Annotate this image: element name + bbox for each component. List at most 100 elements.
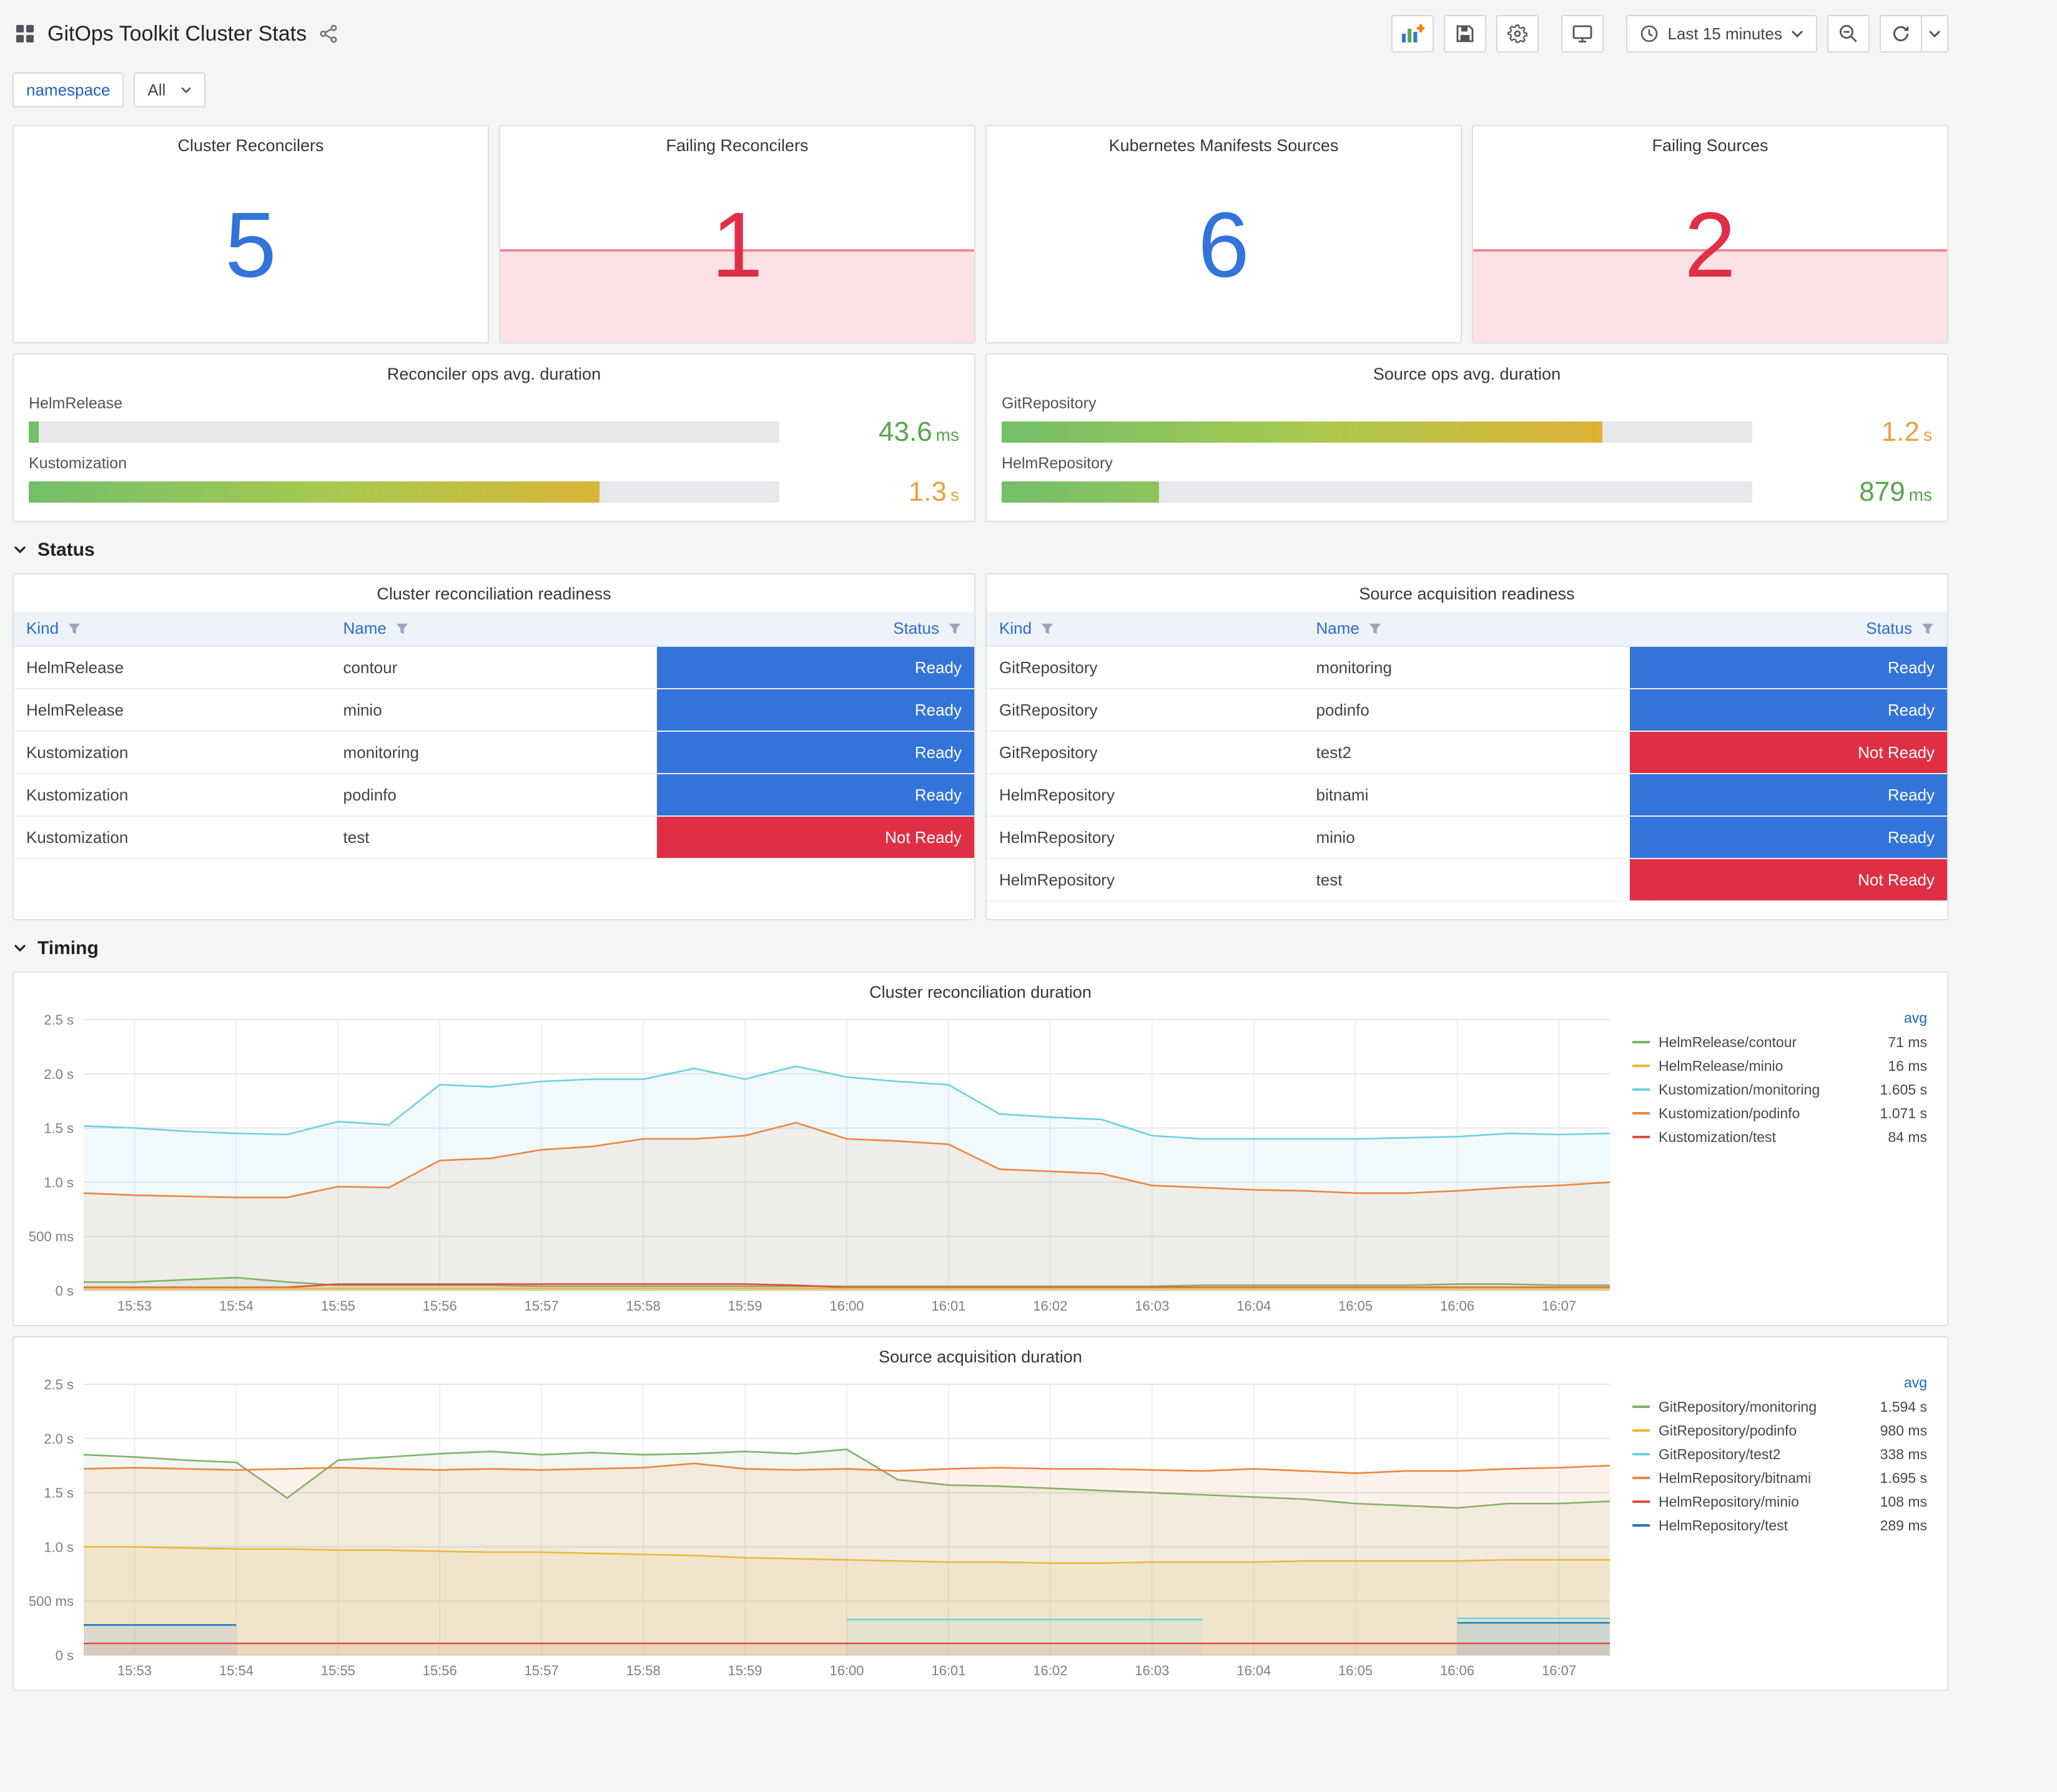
panel-title[interactable]: Source ops avg. duration (987, 355, 1947, 389)
filter-icon[interactable] (1368, 623, 1382, 635)
legend-item[interactable]: GitRepository/podinfo 980 ms (1632, 1419, 1927, 1442)
filter-icon[interactable] (1040, 623, 1054, 635)
panel-title[interactable]: Reconciler ops avg. duration (14, 355, 974, 389)
panel-title[interactable]: Source acquisition readiness (987, 574, 1947, 609)
panel-title[interactable]: Cluster Reconcilers (14, 126, 488, 160)
legend-item[interactable]: GitRepository/test2 338 ms (1632, 1442, 1927, 1466)
series-color-swatch (1632, 1065, 1650, 1067)
series-avg-value: 338 ms (1880, 1445, 1927, 1462)
svg-text:16:07: 16:07 (1542, 1663, 1576, 1678)
cell-status: Not Ready (1630, 731, 1947, 774)
cell-name: test2 (1303, 731, 1630, 774)
svg-text:15:59: 15:59 (728, 1663, 762, 1678)
time-picker-button[interactable]: Last 15 minutes (1626, 15, 1817, 52)
timeseries-canvas[interactable]: 0 s 500 ms 1.0 s 1.5 s 2.0 s 2.5 s 15:53 15:54 1… (19, 1007, 1627, 1321)
svg-text:16:00: 16:00 (829, 1298, 864, 1314)
cell-status: Ready (657, 646, 974, 689)
panel-title[interactable]: Failing Reconcilers (500, 126, 974, 160)
legend-item[interactable]: HelmRepository/minio 108 ms (1632, 1490, 1927, 1514)
legend-item[interactable]: Kustomization/monitoring 1.605 s (1632, 1078, 1927, 1101)
series-avg-value: 1.071 s (1880, 1105, 1927, 1121)
panel-title[interactable]: Kubernetes Manifests Sources (987, 126, 1461, 160)
series-color-swatch (1632, 1453, 1650, 1455)
dashboard-settings-button[interactable] (1496, 15, 1539, 52)
timeseries-plot[interactable]: 0 s 500 ms 1.0 s 1.5 s 2.0 s 2.5 s 15:53 15:54 1… (19, 1007, 1627, 1320)
cell-kind: HelmRelease (14, 646, 331, 689)
svg-text:2.5 s: 2.5 s (44, 1377, 74, 1392)
svg-text:16:04: 16:04 (1236, 1298, 1271, 1314)
svg-text:0 s: 0 s (56, 1283, 74, 1299)
filter-icon[interactable] (67, 623, 81, 635)
series-color-swatch (1632, 1429, 1650, 1432)
svg-text:16:07: 16:07 (1542, 1298, 1576, 1314)
stat-value: 1 (711, 193, 763, 297)
zoom-out-button[interactable] (1827, 15, 1870, 52)
chevron-down-icon (14, 944, 26, 952)
add-panel-button[interactable] (1391, 15, 1434, 52)
variable-label-namespace[interactable]: namespace (12, 72, 124, 107)
stat-value: 5 (225, 193, 277, 297)
timeseries-legend: avg GitRepository/monitoring 1.594 s Git… (1627, 1372, 1942, 1685)
svg-text:16:01: 16:01 (931, 1298, 965, 1314)
legend-item[interactable]: Kustomization/test 84 ms (1632, 1125, 1927, 1149)
filter-icon[interactable] (1921, 623, 1935, 635)
svg-text:15:58: 15:58 (626, 1298, 661, 1314)
filter-icon[interactable] (948, 623, 962, 635)
svg-text:15:54: 15:54 (219, 1663, 254, 1678)
svg-text:16:04: 16:04 (1236, 1663, 1271, 1678)
save-dashboard-button[interactable] (1444, 15, 1487, 52)
series-name: Kustomization/podinfo (1659, 1105, 1800, 1121)
gear-icon (1507, 24, 1528, 43)
series-avg-value: 289 ms (1880, 1517, 1927, 1534)
cell-kind: HelmRepository (987, 774, 1304, 817)
svg-text:1.5 s: 1.5 s (44, 1485, 74, 1501)
column-header-name[interactable]: Name (1303, 611, 1630, 647)
chevron-down-icon (1791, 30, 1803, 38)
share-icon[interactable] (319, 24, 338, 43)
panel-title[interactable]: Cluster reconciliation duration (14, 973, 1947, 1007)
refresh-interval-button[interactable] (1921, 15, 1948, 52)
filter-icon[interactable] (395, 623, 409, 635)
series-name: Kustomization/monitoring (1659, 1081, 1820, 1098)
series-color-swatch (1632, 1477, 1650, 1479)
panel-title[interactable]: Source acquisition duration (14, 1337, 1947, 1372)
cycle-view-button[interactable] (1561, 15, 1604, 52)
cell-kind: HelmRelease (14, 689, 331, 732)
legend-item[interactable]: GitRepository/monitoring 1.594 s (1632, 1395, 1927, 1419)
legend-item[interactable]: HelmRepository/bitnami 1.695 s (1632, 1466, 1927, 1490)
stat-panel-failing-reconcilers: Failing Reconcilers 1 (499, 125, 975, 343)
column-header-status[interactable]: Status (657, 611, 974, 647)
cell-name: contour (330, 646, 658, 689)
table-row: HelmRelease contour Ready (14, 646, 974, 689)
legend-avg-header[interactable]: avg (1632, 1010, 1927, 1026)
section-header-status[interactable]: Status (12, 539, 1948, 561)
column-header-kind[interactable]: Kind (14, 611, 331, 647)
bar-gauge-fill (1002, 421, 1602, 443)
series-color-swatch (1632, 1088, 1650, 1091)
legend-item[interactable]: HelmRelease/minio 16 ms (1632, 1054, 1927, 1078)
tables-row: Cluster reconciliation readiness Kind Nam… (12, 573, 1948, 920)
refresh-button[interactable] (1880, 15, 1922, 52)
svg-text:16:06: 16:06 (1440, 1663, 1474, 1678)
section-header-timing[interactable]: Timing (12, 938, 1948, 959)
legend-avg-header[interactable]: avg (1632, 1374, 1927, 1391)
panel-title[interactable]: Cluster reconciliation readiness (14, 574, 974, 609)
table-row: HelmRelease minio Ready (14, 689, 974, 732)
timeseries-plot[interactable]: 0 s 500 ms 1.0 s 1.5 s 2.0 s 2.5 s 15:53 15:54 1… (19, 1372, 1627, 1685)
status-badge: Not Ready (657, 817, 974, 858)
column-header-kind[interactable]: Kind (987, 611, 1304, 647)
timeseries-canvas[interactable]: 0 s 500 ms 1.0 s 1.5 s 2.0 s 2.5 s 15:53 15:54 1… (19, 1372, 1627, 1685)
panel-title[interactable]: Failing Sources (1473, 126, 1947, 160)
column-header-name[interactable]: Name (330, 611, 658, 647)
chevron-down-icon (181, 87, 192, 94)
svg-text:500 ms: 500 ms (29, 1229, 74, 1244)
bar-gauge-row: GitRepository 1.2 s (1002, 395, 1932, 448)
legend-item[interactable]: HelmRelease/contour 71 ms (1632, 1030, 1927, 1054)
dashboard-icon[interactable] (15, 24, 35, 44)
column-header-status[interactable]: Status (1630, 611, 1947, 647)
series-name: GitRepository/test2 (1659, 1445, 1781, 1462)
legend-item[interactable]: Kustomization/podinfo 1.071 s (1632, 1101, 1927, 1125)
legend-item[interactable]: HelmRepository/test 289 ms (1632, 1514, 1927, 1537)
variable-value-dropdown[interactable]: All (134, 72, 206, 107)
table-panel-cluster-readiness: Cluster reconciliation readiness Kind Nam… (12, 573, 975, 920)
